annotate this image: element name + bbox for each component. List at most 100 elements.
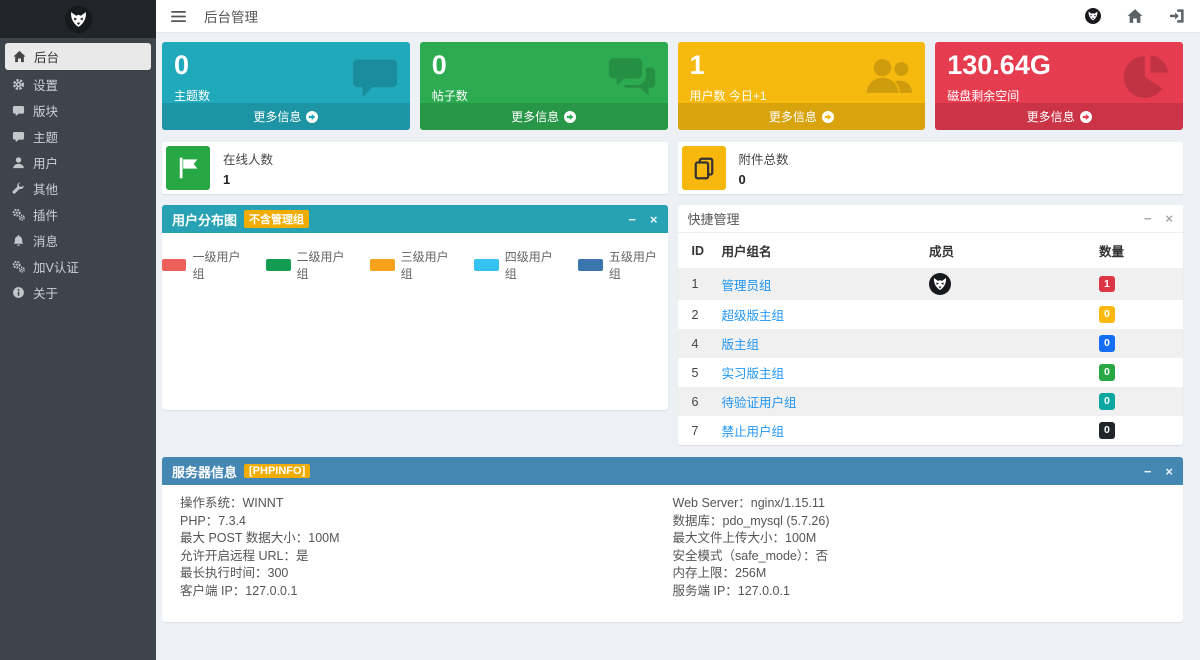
- panel-badge: 不含管理组: [244, 210, 309, 228]
- cogs-icon: [12, 260, 25, 273]
- sidebar-item-label: 插件: [33, 205, 58, 224]
- server-info-body: 操作系统：WINNT PHP：7.3.4 最大 POST 数据大小：100M 允…: [162, 485, 1183, 622]
- sidebar-item-verification[interactable]: 加V认证: [0, 253, 156, 279]
- legend-swatch: [162, 259, 186, 271]
- cogs-icon: [12, 208, 25, 221]
- group-link[interactable]: 版主组: [722, 338, 760, 352]
- sidebar-item-about[interactable]: 关于: [0, 279, 156, 305]
- sidebar-item-label: 加V认证: [33, 257, 79, 276]
- cat-logo-icon[interactable]: [1085, 8, 1101, 24]
- info-value: 0: [739, 172, 789, 187]
- arrow-right-icon: [822, 111, 834, 123]
- comment-icon: [348, 51, 400, 103]
- legend-item[interactable]: 四级用户组: [474, 248, 563, 282]
- arrow-right-icon: [306, 111, 318, 123]
- sidebar-item-dashboard[interactable]: 后台: [5, 43, 151, 70]
- col-member: 成员: [929, 233, 1099, 268]
- legend-item[interactable]: 五级用户组: [578, 248, 667, 282]
- logout-icon[interactable]: [1169, 8, 1185, 24]
- server-info-line: Web Server：nginx/1.15.11: [673, 495, 1166, 513]
- phpinfo-badge[interactable]: [PHPINFO]: [244, 464, 310, 478]
- more-info-link[interactable]: 更多信息: [678, 103, 926, 130]
- hamburger-menu-icon[interactable]: [171, 10, 186, 23]
- group-link[interactable]: 实习版主组: [722, 367, 785, 381]
- table-row: 6 待验证用户组 0: [678, 387, 1184, 416]
- stat-card-users: 1 用户数 今日+1 更多信息: [678, 42, 926, 130]
- arrow-right-icon: [564, 111, 576, 123]
- sidebar-logo[interactable]: [0, 0, 156, 38]
- panel-title: 服务器信息: [172, 462, 237, 481]
- stat-card-posts: 0 帖子数 更多信息: [420, 42, 668, 130]
- info-box-attachments: 附件总数 0: [678, 142, 1184, 194]
- panel-title: 快捷管理: [688, 209, 740, 228]
- sidebar: 后台 设置 版块 主题 用户 其他 插件 消息: [0, 0, 156, 660]
- sidebar-item-messages[interactable]: 消息: [0, 227, 156, 253]
- member-avatar[interactable]: [929, 273, 951, 295]
- more-info-link[interactable]: 更多信息: [162, 103, 410, 130]
- server-info-line: 数据库：pdo_mysql (5.7.26): [673, 513, 1166, 531]
- server-info-line: 最大 POST 数据大小：100M: [180, 530, 673, 548]
- group-link[interactable]: 禁止用户组: [722, 425, 785, 439]
- users-icon: [863, 51, 915, 103]
- col-id: ID: [678, 233, 722, 268]
- top-navbar: 后台管理: [156, 0, 1200, 33]
- sidebar-nav: 后台 设置 版块 主题 用户 其他 插件 消息: [0, 38, 156, 305]
- server-info-panel: 服务器信息 [PHPINFO] − × 操作系统：WINNT PHP：7.3.4…: [162, 457, 1183, 622]
- count-badge: 0: [1099, 364, 1115, 381]
- legend-item[interactable]: 二级用户组: [266, 248, 355, 282]
- server-info-left-column: 操作系统：WINNT PHP：7.3.4 最大 POST 数据大小：100M 允…: [180, 495, 673, 600]
- pie-chart-icon: [1121, 51, 1173, 103]
- sidebar-item-plugins[interactable]: 插件: [0, 201, 156, 227]
- count-badge: 0: [1099, 306, 1115, 323]
- panel-header: 快捷管理 − ×: [678, 205, 1184, 233]
- sidebar-item-label: 主题: [33, 127, 58, 146]
- server-info-line: 操作系统：WINNT: [180, 495, 673, 513]
- sidebar-item-other[interactable]: 其他: [0, 175, 156, 201]
- col-count: 数量: [1099, 233, 1183, 268]
- sidebar-item-settings[interactable]: 设置: [0, 71, 156, 97]
- info-label: 附件总数: [739, 149, 789, 168]
- legend-item[interactable]: 三级用户组: [370, 248, 459, 282]
- sidebar-item-label: 消息: [33, 231, 58, 250]
- sidebar-item-label: 用户: [33, 153, 58, 172]
- count-badge: 0: [1099, 335, 1115, 352]
- user-distribution-chart: 一级用户组 二级用户组 三级用户组 四级用户组: [162, 233, 668, 410]
- more-info-link[interactable]: 更多信息: [935, 103, 1183, 130]
- group-link[interactable]: 待验证用户组: [722, 396, 797, 410]
- group-link[interactable]: 管理员组: [722, 279, 772, 293]
- close-icon[interactable]: ×: [1165, 465, 1173, 478]
- stat-cards-row: 0 主题数 更多信息 0 帖子数 更多信息: [162, 42, 1183, 130]
- comment-icon: [12, 104, 25, 117]
- home-icon[interactable]: [1127, 8, 1143, 24]
- server-info-line: 客户端 IP：127.0.0.1: [180, 583, 673, 601]
- legend-item[interactable]: 一级用户组: [162, 248, 251, 282]
- server-info-line: PHP：7.3.4: [180, 513, 673, 531]
- content: 0 主题数 更多信息 0 帖子数 更多信息: [156, 33, 1200, 622]
- minimize-icon[interactable]: −: [1144, 465, 1152, 478]
- stat-card-topics: 0 主题数 更多信息: [162, 42, 410, 130]
- page-title: 后台管理: [204, 6, 258, 26]
- sidebar-item-forums[interactable]: 版块: [0, 97, 156, 123]
- comment-icon: [12, 130, 25, 143]
- sidebar-item-label: 其他: [33, 179, 58, 198]
- table-row: 2 超级版主组 0: [678, 300, 1184, 329]
- count-badge: 0: [1099, 422, 1115, 439]
- table-row: 4 版主组 0: [678, 329, 1184, 358]
- more-info-link[interactable]: 更多信息: [420, 103, 668, 130]
- server-info-line: 安全模式（safe_mode）：否: [673, 548, 1166, 566]
- comments-icon: [606, 51, 658, 103]
- panel-header: 服务器信息 [PHPINFO] − ×: [162, 457, 1183, 485]
- minimize-icon[interactable]: −: [628, 213, 636, 226]
- close-icon[interactable]: ×: [650, 213, 658, 226]
- legend-swatch: [370, 259, 394, 271]
- quick-management-panel: 快捷管理 − × ID 用户组名 成员 数量: [678, 205, 1184, 445]
- group-link[interactable]: 超级版主组: [722, 309, 785, 323]
- table-header-row: ID 用户组名 成员 数量: [678, 233, 1184, 268]
- close-icon[interactable]: ×: [1165, 212, 1173, 225]
- legend-swatch: [474, 259, 498, 271]
- panel-header: 用户分布图 不含管理组 − ×: [162, 205, 668, 233]
- sidebar-item-topics[interactable]: 主题: [0, 123, 156, 149]
- sidebar-item-users[interactable]: 用户: [0, 149, 156, 175]
- chart-legend: 一级用户组 二级用户组 三级用户组 四级用户组: [162, 248, 668, 282]
- minimize-icon[interactable]: −: [1144, 212, 1152, 225]
